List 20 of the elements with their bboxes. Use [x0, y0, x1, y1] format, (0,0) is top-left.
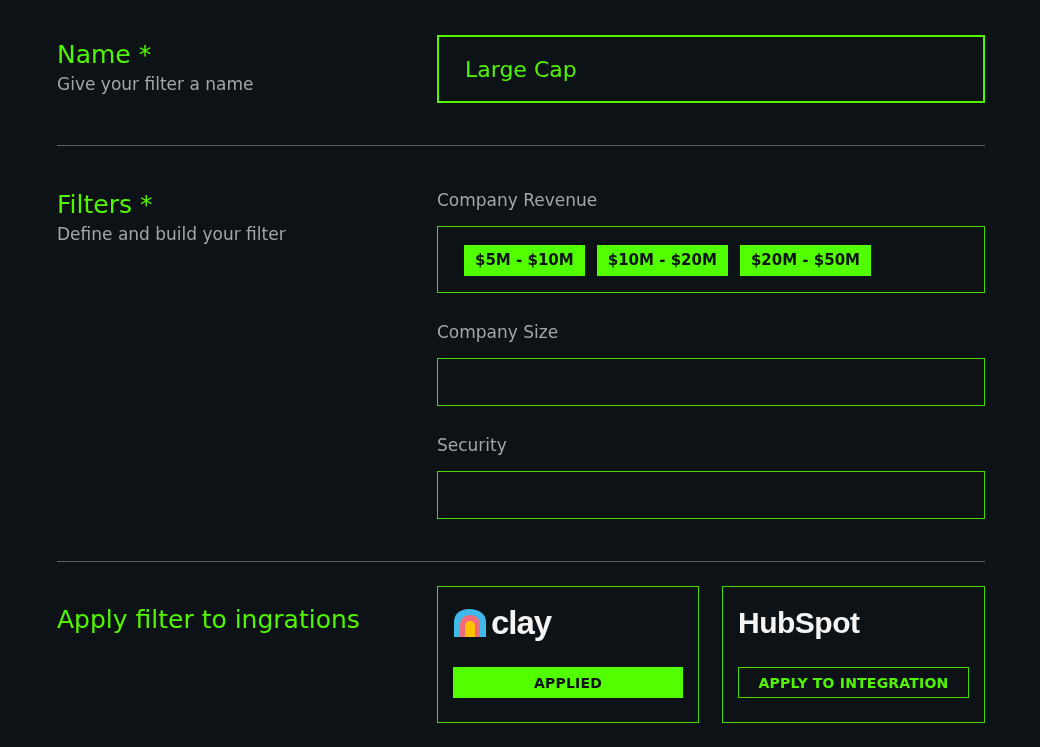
section-title: Apply filter to ingrations [57, 604, 360, 636]
range-chip[interactable]: $20M - $50M [739, 245, 872, 276]
text-input-field[interactable] [437, 471, 985, 519]
apply-button[interactable]: APPLY TO INTEGRATION [738, 667, 969, 698]
text-input-field[interactable] [437, 358, 985, 406]
arch-icon [453, 608, 487, 638]
applied-button[interactable]: APPLIED [453, 667, 683, 698]
logo-wordmark: HubSpot [738, 605, 860, 641]
logo-wordmark: clay [491, 604, 552, 642]
range-chip[interactable]: $5M - $10M [464, 245, 585, 276]
chip-input-field[interactable]: $5M - $10M $10M - $20M $20M - $50M [437, 226, 985, 293]
field-label: Security [437, 434, 507, 456]
range-chip[interactable]: $10M - $20M [596, 245, 728, 276]
field-label: Company Size [437, 321, 559, 343]
section-title: Name * [57, 39, 152, 71]
section-description: Define and build your filter [57, 223, 286, 245]
name-input-field[interactable]: Large Cap [437, 35, 985, 103]
field-label: Company Revenue [437, 189, 598, 211]
section-description: Give your filter a name [57, 73, 254, 95]
section-title: Filters * [57, 189, 153, 221]
